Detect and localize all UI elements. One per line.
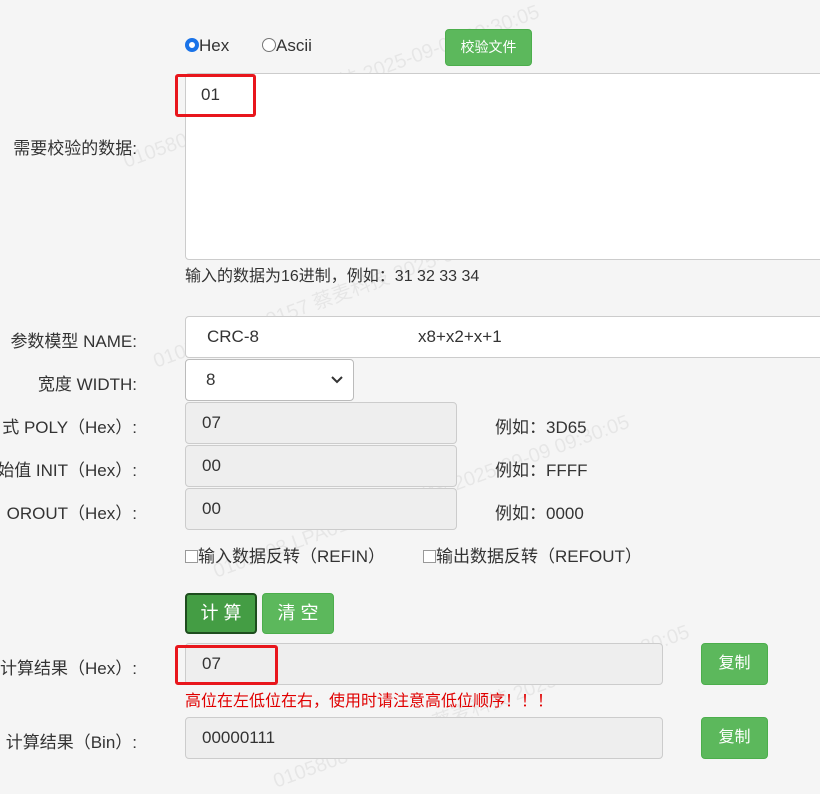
xorout-example: 例如：0000	[495, 504, 584, 523]
xorout-label: OROUT（Hex）:	[6, 504, 137, 523]
xorout-value: 00	[202, 499, 221, 518]
verify-file-button[interactable]: 校验文件	[445, 29, 532, 66]
model-label: 参数模型 NAME:	[10, 332, 137, 351]
poly-label: 式 POLY（Hex）:	[2, 418, 137, 437]
model-poly: x8+x2+x+1	[418, 327, 502, 346]
init-input[interactable]: 00	[185, 445, 457, 487]
result-bin-value: 00000111	[202, 728, 276, 747]
result-bin-output[interactable]: 00000111	[185, 717, 663, 759]
chevron-down-icon	[331, 376, 343, 384]
highlight-box	[175, 74, 256, 117]
init-example: 例如：FFFF	[495, 461, 588, 480]
refin-checkbox-row[interactable]: 输入数据反转（REFIN）	[185, 542, 385, 567]
radio-hex-label: Hex	[199, 36, 230, 55]
poly-example: 例如：3D65	[495, 418, 587, 437]
radio-ascii-label: Ascii	[276, 36, 312, 55]
xorout-input[interactable]: 00	[185, 488, 457, 530]
poly-input[interactable]: 07	[185, 402, 457, 444]
result-hex-label: 计算结果（Hex）:	[0, 659, 137, 678]
model-name: CRC-8	[207, 327, 259, 346]
copy-hex-button[interactable]: 复制	[701, 643, 768, 685]
width-label: 宽度 WIDTH:	[37, 375, 137, 394]
highlight-box	[175, 645, 278, 685]
refout-checkbox-row[interactable]: 输出数据反转（REFOUT）	[423, 542, 642, 567]
data-textarea[interactable]: 01	[185, 73, 820, 260]
init-label: 始值 INIT（Hex）:	[0, 461, 137, 480]
radio-hex-circle[interactable]	[185, 38, 199, 52]
refout-checkbox[interactable]	[423, 550, 436, 563]
width-value: 8	[206, 370, 216, 389]
refout-label: 输出数据反转（REFOUT）	[436, 547, 642, 566]
copy-bin-button[interactable]: 复制	[701, 717, 768, 759]
clear-button[interactable]: 清 空	[262, 593, 334, 634]
data-hint: 输入的数据为16进制，例如：31 32 33 34	[185, 268, 480, 285]
refin-label: 输入数据反转（REFIN）	[198, 547, 385, 566]
radio-ascii-circle[interactable]	[262, 38, 276, 52]
width-select[interactable]: 8	[185, 359, 354, 401]
result-bin-label: 计算结果（Bin）:	[5, 733, 137, 752]
poly-value: 07	[202, 413, 221, 432]
calc-button[interactable]: 计 算	[185, 593, 257, 634]
init-value: 00	[202, 456, 221, 475]
refin-checkbox[interactable]	[185, 550, 198, 563]
radio-ascii[interactable]: Ascii	[262, 36, 312, 56]
model-select[interactable]: CRC-8 x8+x2+x+1	[185, 316, 820, 358]
order-warning: 高位在左低位在右，使用时请注意高低位顺序！！！	[185, 693, 554, 710]
radio-hex[interactable]: Hex	[185, 36, 229, 56]
data-label: 需要校验的数据:	[13, 139, 137, 158]
